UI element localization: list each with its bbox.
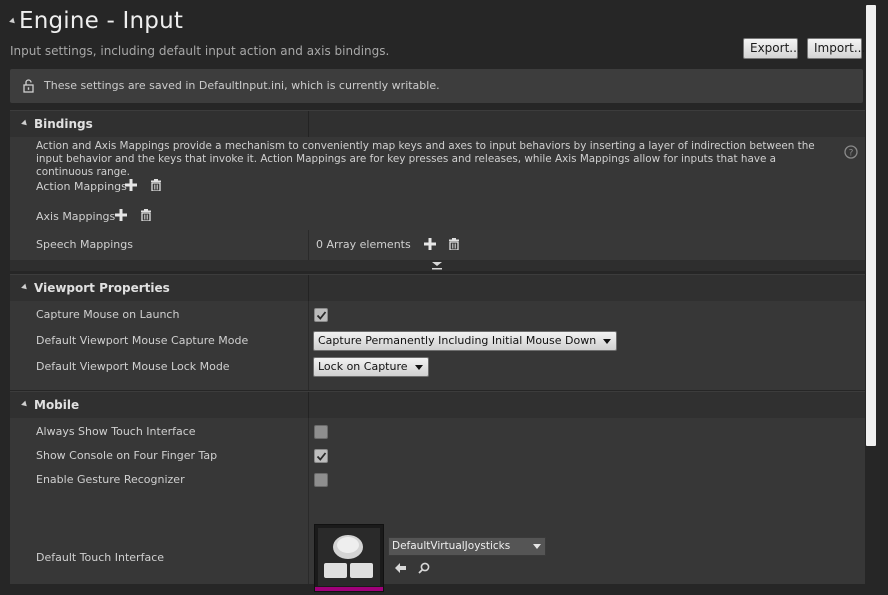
svg-text:?: ?: [849, 149, 854, 159]
bindings-description: Action and Axis Mappings provide a mecha…: [36, 140, 815, 178]
mobile-body: Always Show Touch Interface Show Console…: [10, 418, 865, 592]
expand-triangle-icon[interactable]: [21, 283, 29, 292]
viewport-category: Viewport Properties Capture Mouse on Lau…: [10, 274, 865, 390]
mobile-title: Mobile: [34, 398, 80, 412]
page-title: Engine - Input: [19, 8, 184, 34]
trash-icon[interactable]: [140, 209, 152, 221]
always-show-label: Always Show Touch Interface: [36, 425, 196, 438]
expand-triangle-icon[interactable]: [21, 119, 29, 128]
export-button[interactable]: Export...: [743, 38, 801, 59]
axis-mappings-label: Axis Mappings: [36, 210, 116, 223]
touch-interface-value: DefaultVirtualJoysticks: [392, 540, 511, 552]
gesture-checkbox[interactable]: [314, 473, 328, 487]
trash-icon[interactable]: [150, 179, 162, 191]
bindings-category: Bindings Action and Axis Mappings provid…: [10, 110, 865, 271]
viewport-header[interactable]: Viewport Properties: [10, 274, 865, 301]
expand-advanced-icon[interactable]: [431, 261, 443, 270]
gesture-row: Enable Gesture Recognizer: [10, 467, 865, 491]
bindings-header[interactable]: Bindings: [10, 110, 865, 137]
virtual-joystick-icon: [315, 525, 383, 591]
capture-mode-row: Default Viewport Mouse Capture Mode Capt…: [10, 328, 865, 354]
import-button[interactable]: Import...: [807, 38, 865, 59]
notice-text: These settings are saved in DefaultInput…: [44, 79, 440, 92]
show-console-row: Show Console on Four Finger Tap: [10, 443, 865, 467]
help-icon[interactable]: ?: [844, 145, 858, 159]
touch-interface-thumbnail[interactable]: [314, 524, 384, 592]
capture-mouse-row: Capture Mouse on Launch: [10, 303, 865, 327]
action-mappings-label: Action Mappings: [36, 180, 127, 193]
column-divider: [308, 111, 309, 137]
use-selected-asset-icon[interactable]: [394, 562, 407, 574]
speech-mappings-value: 0 Array elements: [316, 238, 411, 251]
add-speech-mapping-icon[interactable]: [424, 238, 436, 250]
gesture-label: Enable Gesture Recognizer: [36, 473, 185, 486]
add-action-mapping-icon[interactable]: [125, 179, 137, 191]
page-subtitle: Input settings, including default input …: [10, 44, 390, 58]
column-divider: [308, 275, 309, 301]
capture-mouse-checkbox[interactable]: [314, 308, 328, 322]
column-divider: [308, 392, 309, 418]
capture-mode-label: Default Viewport Mouse Capture Mode: [36, 334, 249, 347]
always-show-row: Always Show Touch Interface: [10, 419, 865, 443]
chevron-down-icon: [603, 339, 612, 344]
lock-mode-value: Lock on Capture: [318, 360, 408, 373]
expand-triangle-icon[interactable]: [21, 400, 29, 409]
lock-mode-dropdown[interactable]: Lock on Capture: [313, 357, 429, 377]
speech-mappings-label: Speech Mappings: [36, 238, 133, 251]
config-notice-bar: These settings are saved in DefaultInput…: [10, 69, 863, 103]
show-console-checkbox[interactable]: [314, 449, 328, 463]
touch-interface-label: Default Touch Interface: [36, 551, 165, 564]
axis-mappings-row: Axis Mappings: [10, 205, 865, 229]
chevron-down-icon: [414, 365, 423, 370]
trash-icon[interactable]: [448, 238, 460, 250]
action-mappings-row: Action Mappings: [10, 175, 865, 199]
unlock-icon: [23, 79, 34, 93]
lock-mode-label: Default Viewport Mouse Lock Mode: [36, 360, 230, 373]
capture-mouse-label: Capture Mouse on Launch: [36, 308, 180, 321]
advanced-expander[interactable]: [10, 260, 865, 271]
capture-mode-value: Capture Permanently Including Initial Mo…: [318, 334, 597, 347]
chevron-down-icon: [533, 544, 541, 549]
speech-mappings-row: Speech Mappings 0 Array elements: [10, 230, 865, 260]
show-console-label: Show Console on Four Finger Tap: [36, 449, 218, 462]
add-axis-mapping-icon[interactable]: [115, 209, 127, 221]
viewport-title: Viewport Properties: [34, 281, 170, 295]
mobile-category: Mobile Always Show Touch Interface Show …: [10, 391, 865, 592]
mobile-header[interactable]: Mobile: [10, 391, 865, 418]
always-show-checkbox[interactable]: [314, 425, 328, 439]
browse-asset-icon[interactable]: [418, 562, 430, 574]
scrollbar-thumb[interactable]: [866, 5, 876, 446]
bindings-title: Bindings: [34, 117, 93, 131]
bindings-body: Action and Axis Mappings provide a mecha…: [10, 137, 865, 271]
capture-mode-dropdown[interactable]: Capture Permanently Including Initial Mo…: [313, 331, 618, 351]
touch-interface-row: Default Touch Interface DefaultVirtualJo…: [10, 491, 865, 592]
touch-interface-dropdown[interactable]: DefaultVirtualJoysticks: [388, 537, 546, 556]
viewport-body: Capture Mouse on Launch Default Viewport…: [10, 301, 865, 390]
lock-mode-row: Default Viewport Mouse Lock Mode Lock on…: [10, 354, 865, 380]
collapse-triangle-icon[interactable]: [9, 17, 17, 26]
settings-header: Engine - Input Input settings, including…: [0, 0, 870, 64]
